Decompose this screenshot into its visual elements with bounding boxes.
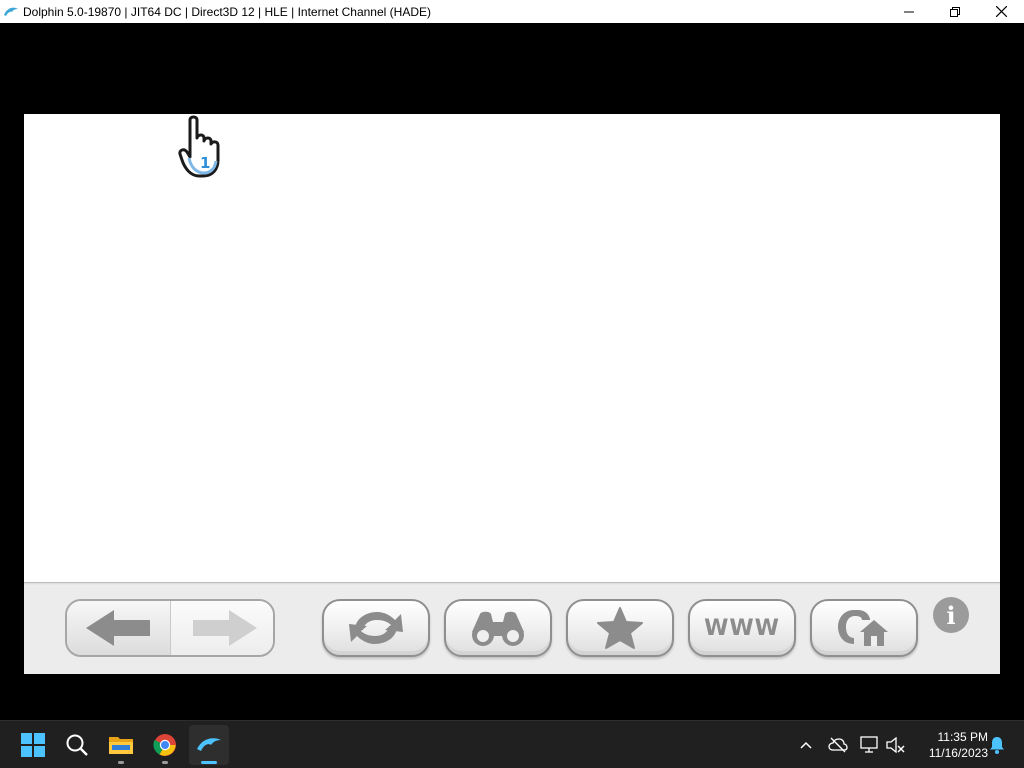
search-button-taskbar[interactable] bbox=[57, 725, 97, 765]
close-icon bbox=[995, 6, 1007, 17]
info-button[interactable]: i bbox=[933, 597, 969, 633]
chevron-up-icon bbox=[800, 741, 812, 749]
network-button[interactable] bbox=[858, 733, 882, 757]
notification-bell-icon bbox=[990, 737, 1004, 754]
close-button[interactable] bbox=[978, 0, 1024, 23]
volume-button[interactable] bbox=[884, 733, 908, 757]
chrome-button[interactable] bbox=[145, 725, 185, 765]
arrow-left-icon bbox=[85, 610, 150, 646]
wii-hand-pointer-icon: 1 bbox=[177, 114, 229, 182]
minimize-button[interactable] bbox=[886, 0, 932, 23]
forward-button[interactable] bbox=[171, 601, 273, 655]
minimize-icon bbox=[904, 11, 914, 12]
search-button[interactable] bbox=[444, 599, 552, 657]
notifications-button[interactable] bbox=[985, 733, 1009, 757]
windows-start-icon bbox=[21, 733, 45, 757]
browser-toolbar: WWW i bbox=[24, 582, 1000, 674]
folder-icon bbox=[109, 737, 133, 754]
www-button[interactable]: WWW bbox=[688, 599, 796, 657]
reload-button[interactable] bbox=[322, 599, 430, 657]
dolphin-icon bbox=[197, 738, 221, 751]
network-icon bbox=[860, 736, 878, 753]
start-button[interactable] bbox=[13, 725, 53, 765]
player-number: 1 bbox=[200, 154, 210, 172]
navigation-buttons bbox=[65, 599, 275, 657]
star-icon bbox=[597, 607, 643, 649]
running-indicator bbox=[162, 761, 168, 764]
file-explorer-button[interactable] bbox=[101, 725, 141, 765]
chrome-icon bbox=[153, 734, 176, 756]
clock-time: 11:35 PM bbox=[937, 730, 988, 744]
home-button[interactable] bbox=[810, 599, 918, 657]
back-button[interactable] bbox=[67, 601, 171, 655]
clock[interactable]: 11:35 PM 11/16/2023 bbox=[912, 729, 988, 761]
web-page-area[interactable] bbox=[24, 114, 1000, 582]
window-controls bbox=[886, 0, 1024, 23]
www-label: WWW bbox=[704, 615, 780, 641]
restore-icon bbox=[950, 6, 960, 17]
cloud-off-icon bbox=[828, 737, 848, 753]
reload-icon bbox=[349, 612, 403, 644]
dolphin-taskbar-button[interactable] bbox=[189, 725, 229, 765]
home-icon bbox=[838, 610, 888, 646]
favorites-button[interactable] bbox=[566, 599, 674, 657]
title-bar: Dolphin 5.0-19870 | JIT64 DC | Direct3D … bbox=[0, 0, 1024, 23]
clock-date: 11/16/2023 bbox=[928, 746, 988, 760]
dolphin-icon bbox=[3, 4, 19, 20]
game-viewport[interactable]: 1 WWW i bbox=[0, 23, 1024, 720]
binoculars-icon bbox=[472, 611, 524, 646]
onedrive-button[interactable] bbox=[826, 733, 850, 757]
arrow-right-icon bbox=[193, 610, 257, 646]
taskbar: 11:35 PM 11/16/2023 bbox=[0, 720, 1024, 768]
window-title: Dolphin 5.0-19870 | JIT64 DC | Direct3D … bbox=[23, 4, 431, 19]
volume-muted-icon bbox=[886, 737, 905, 753]
active-indicator bbox=[201, 761, 217, 764]
running-indicator bbox=[118, 761, 124, 764]
search-icon bbox=[66, 734, 88, 756]
restore-button[interactable] bbox=[932, 0, 978, 23]
internet-channel-screen[interactable]: 1 WWW i bbox=[24, 114, 1000, 674]
show-hidden-icons-button[interactable] bbox=[794, 733, 818, 757]
